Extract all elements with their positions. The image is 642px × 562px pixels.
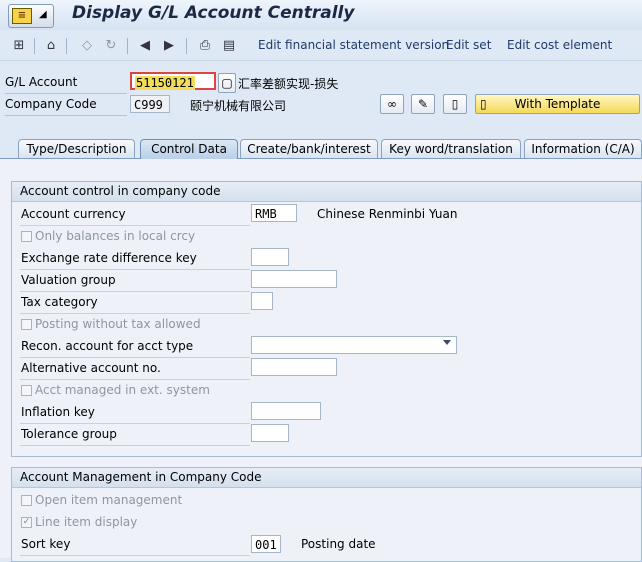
tab-control-data[interactable]: Control Data <box>140 139 238 159</box>
only-balances-label: Only balances in local crcy <box>35 229 196 243</box>
tax-category-input[interactable] <box>251 292 273 310</box>
company-code-description: 颐宁机械有限公司 <box>190 99 287 113</box>
inflation-key-label: Inflation key <box>21 405 95 419</box>
label-underline <box>5 115 127 116</box>
acct-managed-ext-label: Acct managed in ext. system <box>35 383 210 397</box>
gl-account-value: 51150121 <box>135 76 195 90</box>
row-divider <box>20 555 250 556</box>
template-document-icon: ▯ <box>480 97 487 111</box>
system-menu-button[interactable]: ≡ ◢ <box>8 4 54 28</box>
account-currency-label: Account currency <box>21 207 126 221</box>
exchange-rate-key-input[interactable] <box>251 248 289 266</box>
tax-category-label: Tax category <box>21 295 98 309</box>
alternative-account-input[interactable] <box>251 358 337 376</box>
row-divider <box>20 313 250 314</box>
other-object-icon[interactable]: ◇ <box>78 37 96 55</box>
chevron-down-icon[interactable] <box>443 340 451 345</box>
previous-icon[interactable]: ◀ <box>136 37 154 55</box>
edit-pencil-icon[interactable]: ✎ <box>411 94 435 114</box>
toolbar-separator <box>186 38 187 54</box>
recon-account-label: Recon. account for acct type <box>21 339 194 353</box>
tab-type-description[interactable]: Type/Description <box>18 139 135 159</box>
row-divider <box>20 423 250 424</box>
print-icon[interactable]: ⎙ <box>196 37 214 55</box>
page-title: Display G/L Account Centrally <box>72 3 355 23</box>
line-item-display-checkbox[interactable]: ✓ <box>21 517 32 528</box>
exchange-rate-key-label: Exchange rate difference key <box>21 251 197 265</box>
row-divider <box>20 225 250 226</box>
toolbar-separator <box>127 38 128 54</box>
edit-cost-element-link[interactable]: Edit cost element <box>507 38 612 52</box>
with-template-button[interactable]: ▯ With Template <box>475 94 640 114</box>
row-divider <box>20 269 250 270</box>
company-code-input[interactable]: C999 <box>130 95 170 113</box>
valuation-group-label: Valuation group <box>21 273 116 287</box>
where-used-icon[interactable]: ⌂ <box>42 37 60 55</box>
tolerance-group-label: Tolerance group <box>21 427 117 441</box>
toolbar-separator <box>66 38 67 54</box>
hierarchy-icon[interactable]: ⊞ <box>10 37 28 55</box>
valuation-group-input[interactable] <box>251 270 337 288</box>
tab-create-bank-interest[interactable]: Create/bank/interest <box>240 139 378 159</box>
gl-account-description: 汇率差额实现-损失 <box>238 77 339 91</box>
row-divider <box>20 291 250 292</box>
alternative-account-label: Alternative account no. <box>21 361 161 375</box>
open-item-checkbox[interactable] <box>21 495 32 506</box>
chevron-down-icon: ◢ <box>39 9 47 20</box>
open-item-label: Open item management <box>35 493 183 507</box>
inflation-key-input[interactable] <box>251 402 321 420</box>
display-detail-icon[interactable]: ▢ <box>218 73 236 93</box>
account-management-group-title: Account Management in Company Code <box>12 468 641 488</box>
toolbar-separator <box>34 38 35 54</box>
sap-menu-icon: ≡ <box>12 8 32 24</box>
sort-key-label: Sort key <box>21 537 71 551</box>
sort-key-input[interactable]: 001 <box>251 535 281 553</box>
tab-key-word-translation[interactable]: Key word/translation <box>381 139 521 159</box>
account-currency-description: Chinese Renminbi Yuan <box>317 207 458 221</box>
title-bar: ≡ ◢ Display G/L Account Centrally <box>0 0 642 30</box>
gl-account-input[interactable]: 51150121 <box>130 72 216 90</box>
label-underline <box>5 93 127 94</box>
tolerance-group-input[interactable] <box>251 424 289 442</box>
posting-without-tax-label: Posting without tax allowed <box>35 317 201 331</box>
row-divider <box>20 445 250 446</box>
row-divider <box>20 357 250 358</box>
edit-set-link[interactable]: Edit set <box>446 38 491 52</box>
with-template-label: With Template <box>514 97 601 111</box>
only-balances-checkbox[interactable] <box>21 231 32 242</box>
line-item-display-label: Line item display <box>35 515 138 529</box>
company-code-label: Company Code <box>5 97 97 111</box>
gl-account-label: G/L Account <box>5 75 78 89</box>
account-currency-input[interactable]: RMB <box>251 204 297 222</box>
application-toolbar: ⊞ ⌂ ◇ ↻ ◀ ▶ ⎙ ▤ Edit financial statement… <box>0 32 642 61</box>
next-icon[interactable]: ▶ <box>160 37 178 55</box>
row-divider <box>20 379 250 380</box>
document-icon[interactable]: ▤ <box>220 37 238 55</box>
tab-information-ca[interactable]: Information (C/A) <box>524 139 642 159</box>
edit-fs-version-link[interactable]: Edit financial statement version <box>258 38 449 52</box>
glasses-display-icon[interactable]: ∞ <box>380 94 404 114</box>
refresh-icon[interactable]: ↻ <box>102 37 120 55</box>
acct-managed-ext-checkbox[interactable] <box>21 385 32 396</box>
account-control-group-title: Account control in company code <box>12 182 641 202</box>
posting-without-tax-checkbox[interactable] <box>21 319 32 330</box>
sort-key-description: Posting date <box>301 537 376 551</box>
recon-account-dropdown[interactable] <box>251 336 457 354</box>
create-document-icon[interactable]: ▯ <box>443 94 467 114</box>
